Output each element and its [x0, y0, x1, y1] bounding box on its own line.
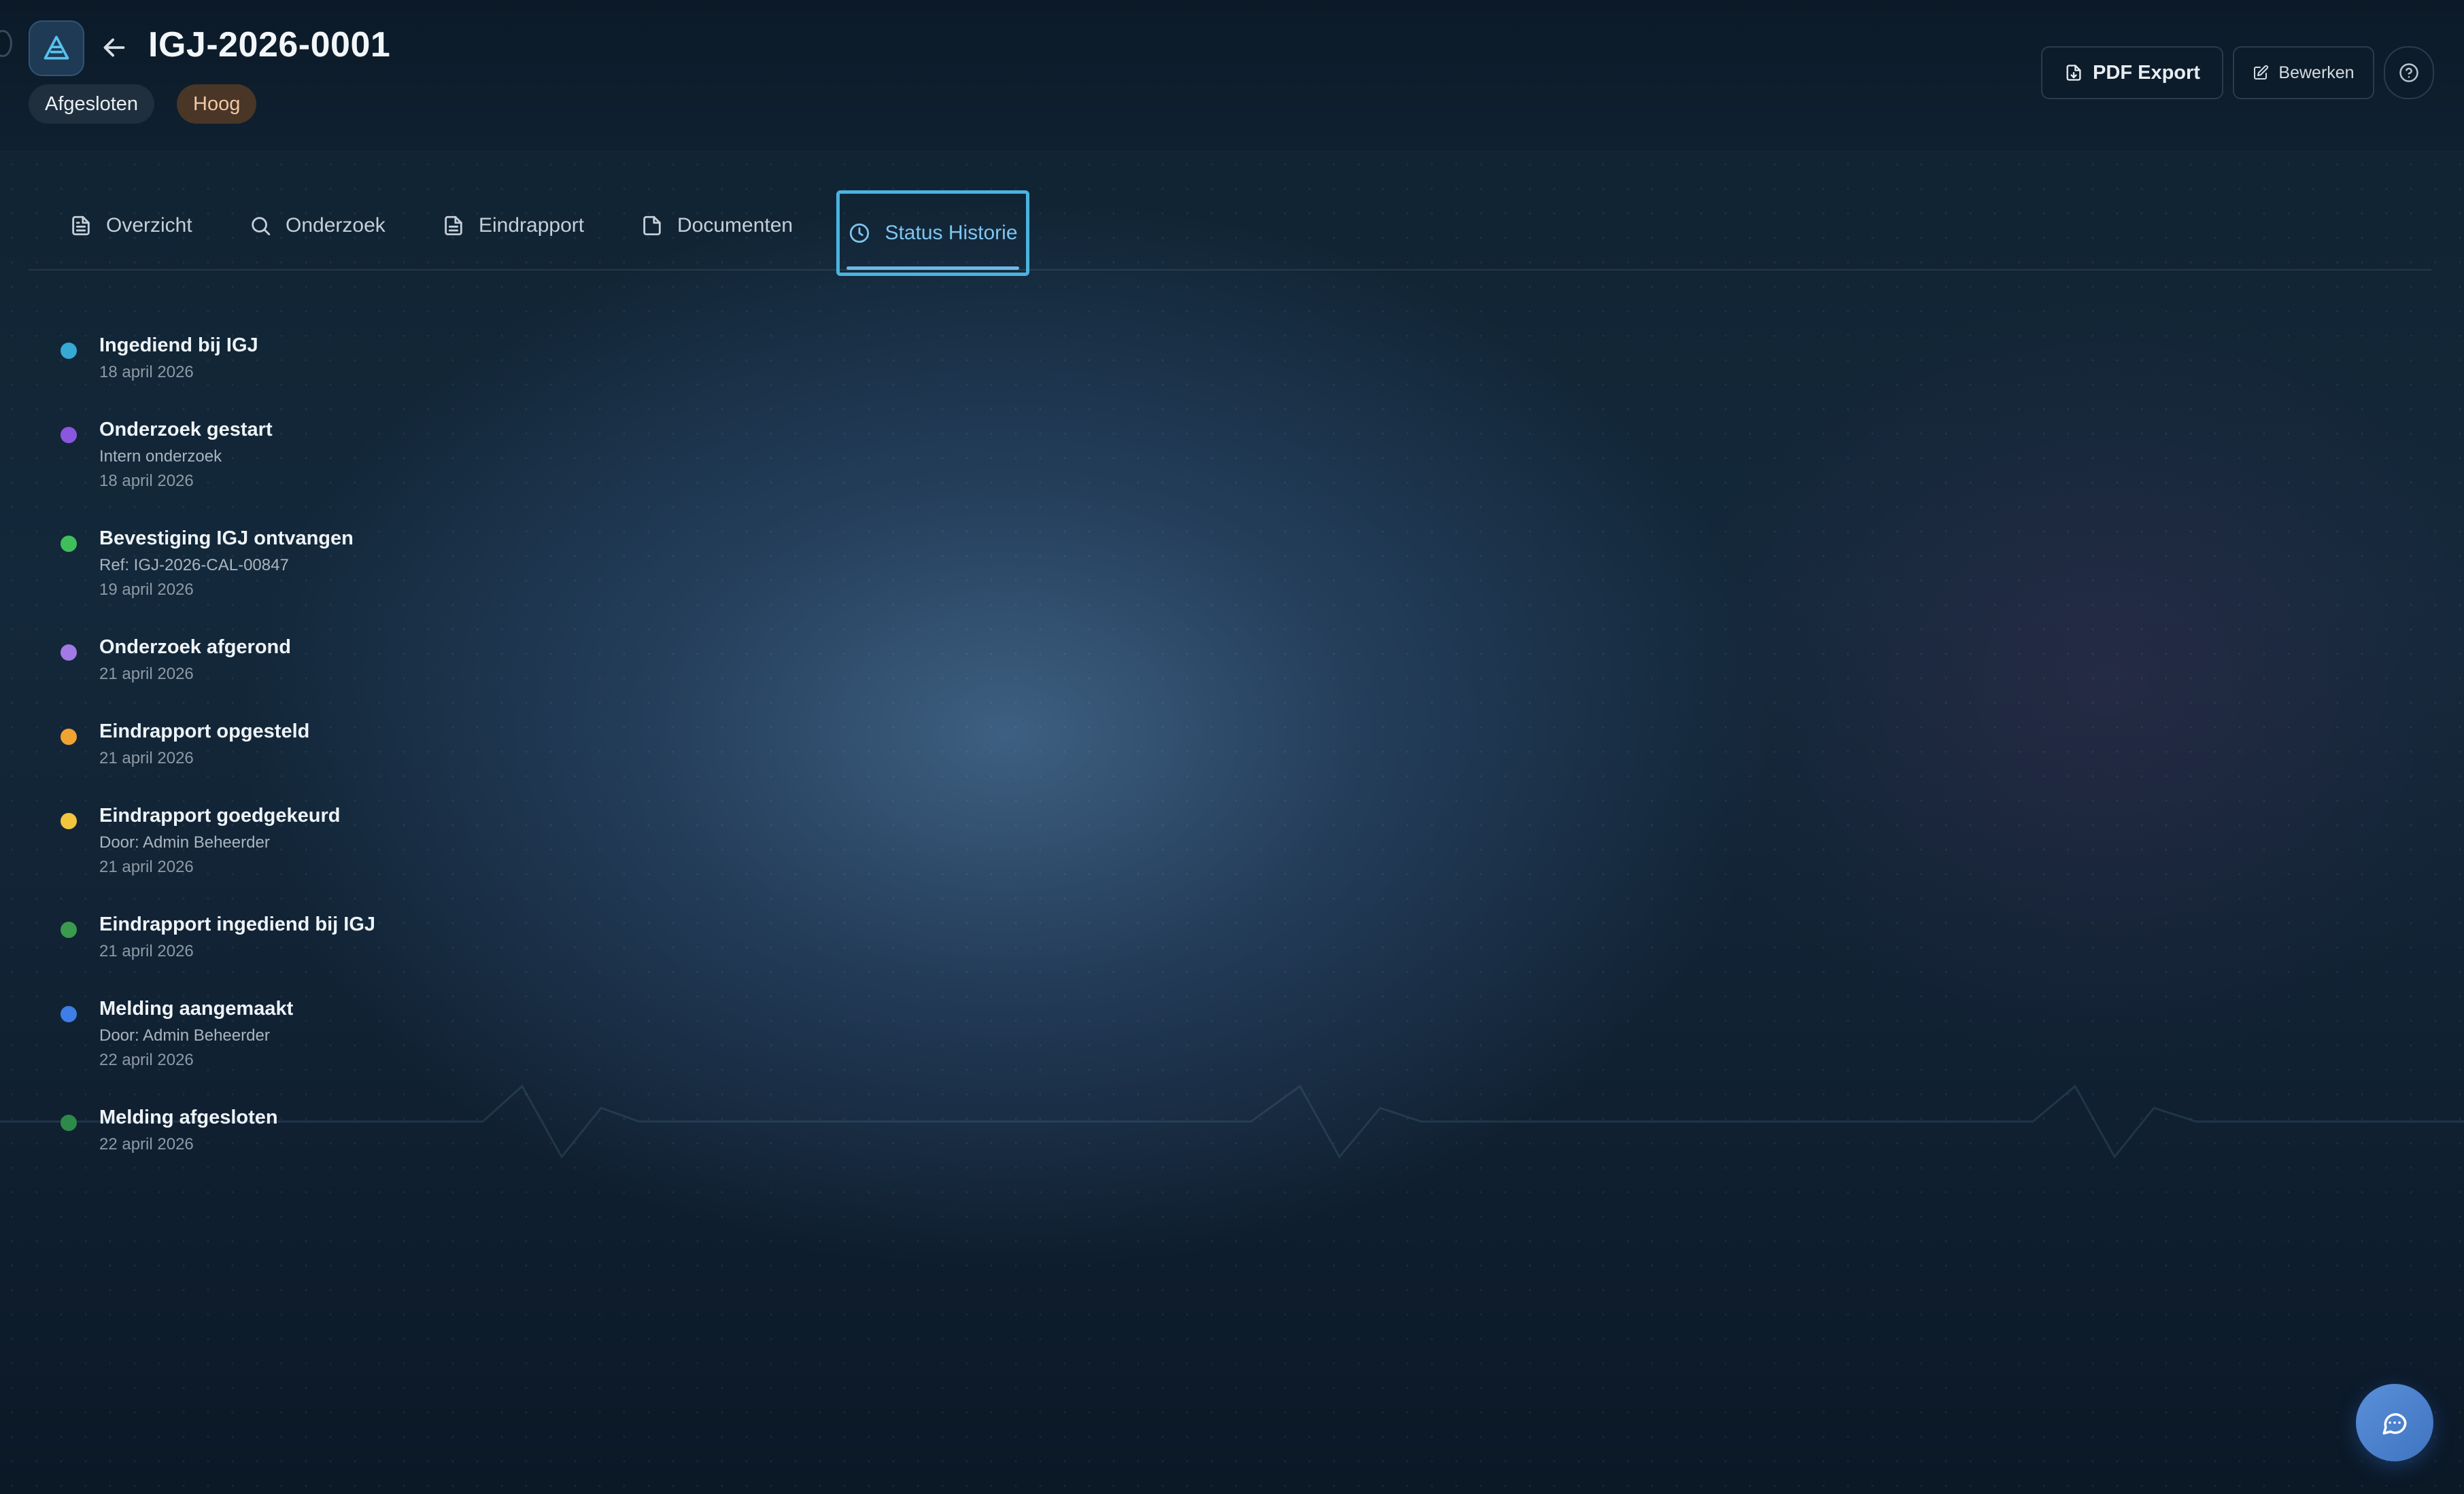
event-date: 21 april 2026 [99, 665, 194, 683]
tab-bar: Overzicht Onderzoek Eindrapport Document… [29, 184, 2431, 276]
status-dot [61, 644, 77, 661]
search-icon [252, 217, 271, 236]
tab-label: Overzicht [106, 214, 192, 237]
event-title: Bevestiging IGJ ontvangen [99, 527, 354, 549]
background-dot-grid [0, 152, 2464, 1494]
chat-bubble-icon [2382, 1413, 2407, 1435]
status-dot [61, 813, 77, 829]
file-download-icon [2066, 65, 2081, 81]
tab-label: Eindrapport [479, 214, 585, 237]
priority-badge: Hoog [177, 84, 257, 124]
tab-overzicht[interactable]: Overzicht [69, 193, 192, 258]
status-dot [61, 1006, 77, 1022]
event-title: Eindrapport goedgekeurd [99, 805, 341, 827]
status-dot [61, 427, 77, 443]
status-dot [61, 922, 77, 938]
event-detail: Intern onderzoek [99, 447, 222, 466]
tab-onderzoek[interactable]: Onderzoek [249, 193, 386, 258]
event-title: Melding aangemaakt [99, 998, 294, 1020]
event-date: 22 april 2026 [99, 1135, 194, 1153]
event-detail: Ref: IGJ-2026-CAL-00847 [99, 556, 289, 574]
edit-button[interactable]: Bewerken [2233, 46, 2374, 99]
page-header: IGJ-2026-0001 Afgesloten Hoog PDF Export… [0, 0, 2464, 152]
page-title: IGJ-2026-0001 [148, 25, 391, 65]
status-dot [61, 729, 77, 745]
event-date: 19 april 2026 [99, 580, 194, 599]
pdf-export-label: PDF Export [2093, 61, 2200, 84]
file-icon [643, 215, 661, 236]
tab-status-historie[interactable]: Status Historie [836, 190, 1029, 276]
status-dot [61, 1115, 77, 1131]
event-title: Eindrapport ingediend bij IGJ [99, 914, 376, 935]
event-title: Eindrapport opgesteld [99, 720, 310, 742]
event-title: Ingediend bij IGJ [99, 334, 258, 356]
document-icon [72, 215, 90, 236]
tab-label: Status Historie [885, 222, 1018, 244]
tab-label: Onderzoek [286, 214, 386, 237]
app-logo[interactable] [29, 20, 84, 76]
event-detail: Door: Admin Beheerder [99, 1026, 270, 1045]
report-icon [445, 215, 462, 236]
document-alert-icon [44, 35, 69, 60]
tab-documenten[interactable]: Documenten [640, 193, 793, 258]
event-date: 21 april 2026 [99, 942, 194, 960]
event-title: Melding afgesloten [99, 1107, 278, 1128]
event-date: 21 april 2026 [99, 749, 194, 767]
status-dot [61, 536, 77, 552]
event-date: 18 april 2026 [99, 363, 194, 381]
tab-eindrapport[interactable]: Eindrapport [442, 193, 584, 258]
arrow-left-icon [103, 38, 125, 57]
back-button[interactable] [95, 29, 133, 67]
pdf-export-button[interactable]: PDF Export [2041, 46, 2223, 99]
edit-icon [2254, 65, 2269, 80]
clock-icon [850, 223, 870, 243]
event-date: 22 april 2026 [99, 1051, 194, 1069]
help-button[interactable] [2384, 46, 2434, 99]
event-date: 21 april 2026 [99, 858, 194, 876]
event-date: 18 april 2026 [99, 472, 194, 490]
status-badge: Afgesloten [29, 84, 155, 124]
status-dot [61, 343, 77, 359]
event-detail: Door: Admin Beheerder [99, 833, 270, 852]
event-title: Onderzoek afgerond [99, 636, 291, 658]
event-title: Onderzoek gestart [99, 419, 273, 440]
tab-label: Documenten [677, 214, 793, 237]
chat-button[interactable] [2356, 1384, 2433, 1461]
help-icon [2399, 63, 2418, 82]
sidebar-toggle-handle[interactable] [0, 30, 12, 57]
heartbeat-line-decoration [0, 1084, 2464, 1159]
edit-label: Bewerken [2278, 63, 2355, 82]
